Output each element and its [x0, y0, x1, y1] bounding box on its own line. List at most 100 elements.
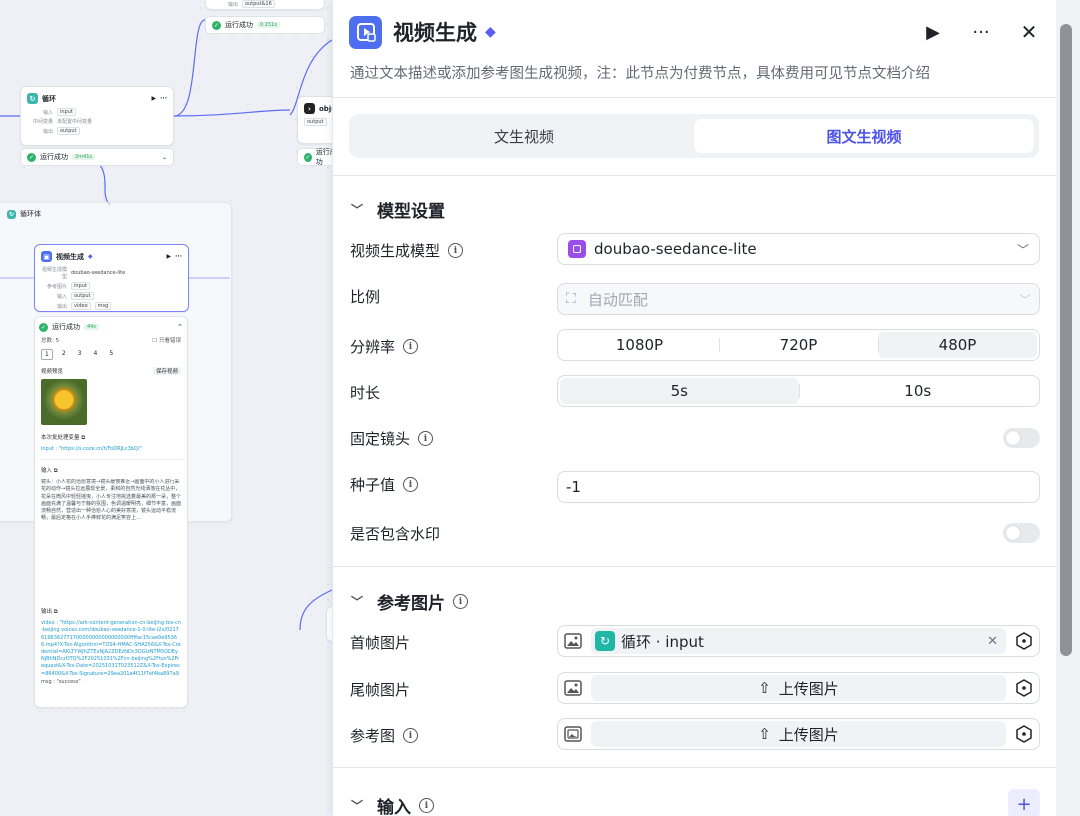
- divider: [333, 175, 1056, 176]
- objs-node[interactable]: › objs output: [297, 96, 332, 144]
- panel-scrollbar[interactable]: [1056, 0, 1080, 816]
- model-settings-header[interactable]: ﹀ 模型设置: [351, 197, 445, 222]
- image-icon[interactable]: [561, 676, 585, 700]
- watermark-label: 是否包含水印: [350, 523, 440, 544]
- code-icon: ›: [304, 103, 315, 114]
- run-icon[interactable]: ▶: [167, 253, 172, 260]
- label-text: 时长: [350, 384, 381, 402]
- ratio-select[interactable]: ⛶ 自动匹配 ﹀: [557, 283, 1040, 315]
- top-node-status[interactable]: ✓ 运行成功 0.151s: [205, 16, 325, 34]
- chevron-down-icon[interactable]: ⌄: [162, 154, 167, 161]
- info-icon[interactable]: i: [403, 728, 419, 743]
- mode-tabs: 文生视频 图文生视频: [349, 114, 1039, 158]
- variable-settings-icon[interactable]: [1012, 676, 1036, 700]
- page-button[interactable]: 4: [90, 349, 100, 360]
- section-title: 模型设置: [377, 202, 446, 222]
- clear-icon[interactable]: ✕: [987, 634, 998, 649]
- only-error-label: 只看错误: [158, 338, 181, 344]
- only-error-checkbox[interactable]: ☐ 只看错误: [152, 336, 181, 344]
- close-icon[interactable]: ✕: [1018, 20, 1040, 44]
- top-node[interactable]: 输出 output&16: [205, 0, 325, 10]
- more-icon[interactable]: ···: [160, 95, 167, 102]
- fixed-camera-toggle[interactable]: [1003, 428, 1040, 448]
- duration-10s[interactable]: 10s: [798, 378, 1038, 404]
- divider: [333, 566, 1056, 567]
- success-icon: ✓: [39, 322, 48, 332]
- seed-value: -1: [566, 478, 581, 496]
- fixed-camera-label: 固定镜头 i: [350, 428, 434, 449]
- more-icon[interactable]: ···: [175, 253, 182, 260]
- label-text: 首帧图片: [350, 634, 411, 652]
- tab-image-text-to-video[interactable]: 图文生视频: [694, 119, 1034, 153]
- status-text: 运行成功: [40, 153, 68, 161]
- first-frame-row: ↻ 循环 · input ✕: [557, 625, 1040, 657]
- output-video-url[interactable]: video : "https://ark-content-generation-…: [39, 620, 183, 678]
- input-section-header[interactable]: ﹀ 输入 i: [351, 793, 435, 816]
- batch-label-text: 本次批处理变量: [41, 435, 80, 441]
- watermark-toggle[interactable]: [1003, 523, 1040, 543]
- batch-value: input : "https://s.coze.cn/t/FoDRJLc3bQ/…: [39, 444, 183, 461]
- chevron-down-icon: ﹀: [1016, 242, 1029, 257]
- seed-input[interactable]: -1: [557, 471, 1040, 503]
- node-title: objs: [319, 104, 332, 113]
- run-icon[interactable]: ▶: [152, 95, 157, 102]
- page-button[interactable]: 5: [106, 349, 116, 360]
- chevron-down-icon: ﹀: [351, 799, 364, 813]
- add-input-button[interactable]: +: [1008, 789, 1040, 816]
- status-text: 运行成功: [315, 148, 332, 166]
- loop-status[interactable]: ✓ 运行成功 2m41s ⌄: [20, 148, 174, 166]
- info-icon[interactable]: i: [403, 339, 419, 354]
- variable-settings-icon[interactable]: [1012, 629, 1036, 653]
- video-gen-node[interactable]: ▣ 视频生成 ◆ ▶ ··· 视频生成模型 doubao-seedance-lit…: [34, 244, 189, 312]
- resolution-1080p[interactable]: 1080P: [560, 332, 719, 358]
- divider: [333, 97, 1056, 98]
- info-icon[interactable]: i: [453, 594, 469, 609]
- gallery-icon[interactable]: [561, 722, 585, 746]
- row-key: 输出: [56, 303, 67, 310]
- info-icon[interactable]: i: [418, 431, 434, 446]
- row-chip: msg: [94, 302, 112, 310]
- success-icon: ✓: [212, 20, 221, 30]
- divider: [333, 767, 1056, 768]
- run-icon[interactable]: ▶: [922, 21, 944, 43]
- upload-label: 上传图片: [778, 725, 839, 744]
- more-icon[interactable]: ···: [970, 21, 992, 43]
- image-icon[interactable]: [561, 629, 585, 653]
- resolution-480p[interactable]: 480P: [878, 332, 1037, 358]
- first-frame-variable[interactable]: ↻ 循环 · input ✕: [591, 628, 1006, 654]
- objs-status[interactable]: ✓ 运行成功: [297, 148, 332, 166]
- row-key: 输入: [56, 293, 67, 300]
- reference-images-header[interactable]: ﹀ 参考图片 i: [351, 589, 469, 614]
- page-button[interactable]: 2: [59, 349, 69, 360]
- label-text: 分辨率: [350, 338, 396, 356]
- workflow-canvas[interactable]: 输出 output&16 ✓ 运行成功 0.151s ↻ 循环 ▶ ··· 输入 i…: [0, 0, 332, 816]
- info-icon[interactable]: i: [419, 798, 435, 813]
- loop-icon: ↻: [27, 93, 38, 104]
- model-select[interactable]: doubao-seedance-lite ﹀: [557, 233, 1040, 265]
- page-button[interactable]: 1: [41, 349, 53, 360]
- chevron-up-icon[interactable]: ⌃: [177, 323, 183, 331]
- upload-icon: ⇧: [758, 679, 771, 697]
- video-thumbnail[interactable]: [41, 379, 87, 425]
- last-frame-row: ⇧ 上传图片: [557, 672, 1040, 704]
- row-key: 输出: [42, 128, 53, 135]
- label-text: 种子值: [350, 476, 396, 494]
- upload-reference-button[interactable]: ⇧ 上传图片: [591, 721, 1006, 747]
- resolution-720p[interactable]: 720P: [719, 332, 878, 358]
- page-button[interactable]: 3: [75, 349, 85, 360]
- panel-description: 通过文本描述或添加参考图生成视频，注：此节点为付费节点，具体费用可见节点文档介绍: [350, 66, 930, 82]
- node-title: 循环体: [20, 210, 41, 218]
- scrollbar-thumb-secondary[interactable]: [1060, 346, 1072, 656]
- upload-last-frame-button[interactable]: ⇧ 上传图片: [591, 675, 1006, 701]
- duration-tag: 2m41s: [72, 154, 96, 160]
- preview-label: 视频预览: [41, 369, 64, 375]
- run-result-panel[interactable]: ✓ 运行成功 44s ⌃ 总数: 5 ☐ 只看错误 1 2 3 4 5 视频预览…: [34, 316, 188, 708]
- loop-node[interactable]: ↻ 循环 ▶ ··· 输入 input 中间变量 未配置中间变量 输出 output: [20, 86, 174, 146]
- model-value: doubao-seedance-lite: [594, 240, 757, 258]
- info-icon[interactable]: i: [448, 243, 464, 258]
- tab-text-to-video[interactable]: 文生视频: [354, 119, 694, 153]
- save-video-button[interactable]: 保存视频: [152, 367, 181, 375]
- duration-5s[interactable]: 5s: [560, 378, 799, 404]
- info-icon[interactable]: i: [403, 477, 419, 492]
- variable-settings-icon[interactable]: [1012, 722, 1036, 746]
